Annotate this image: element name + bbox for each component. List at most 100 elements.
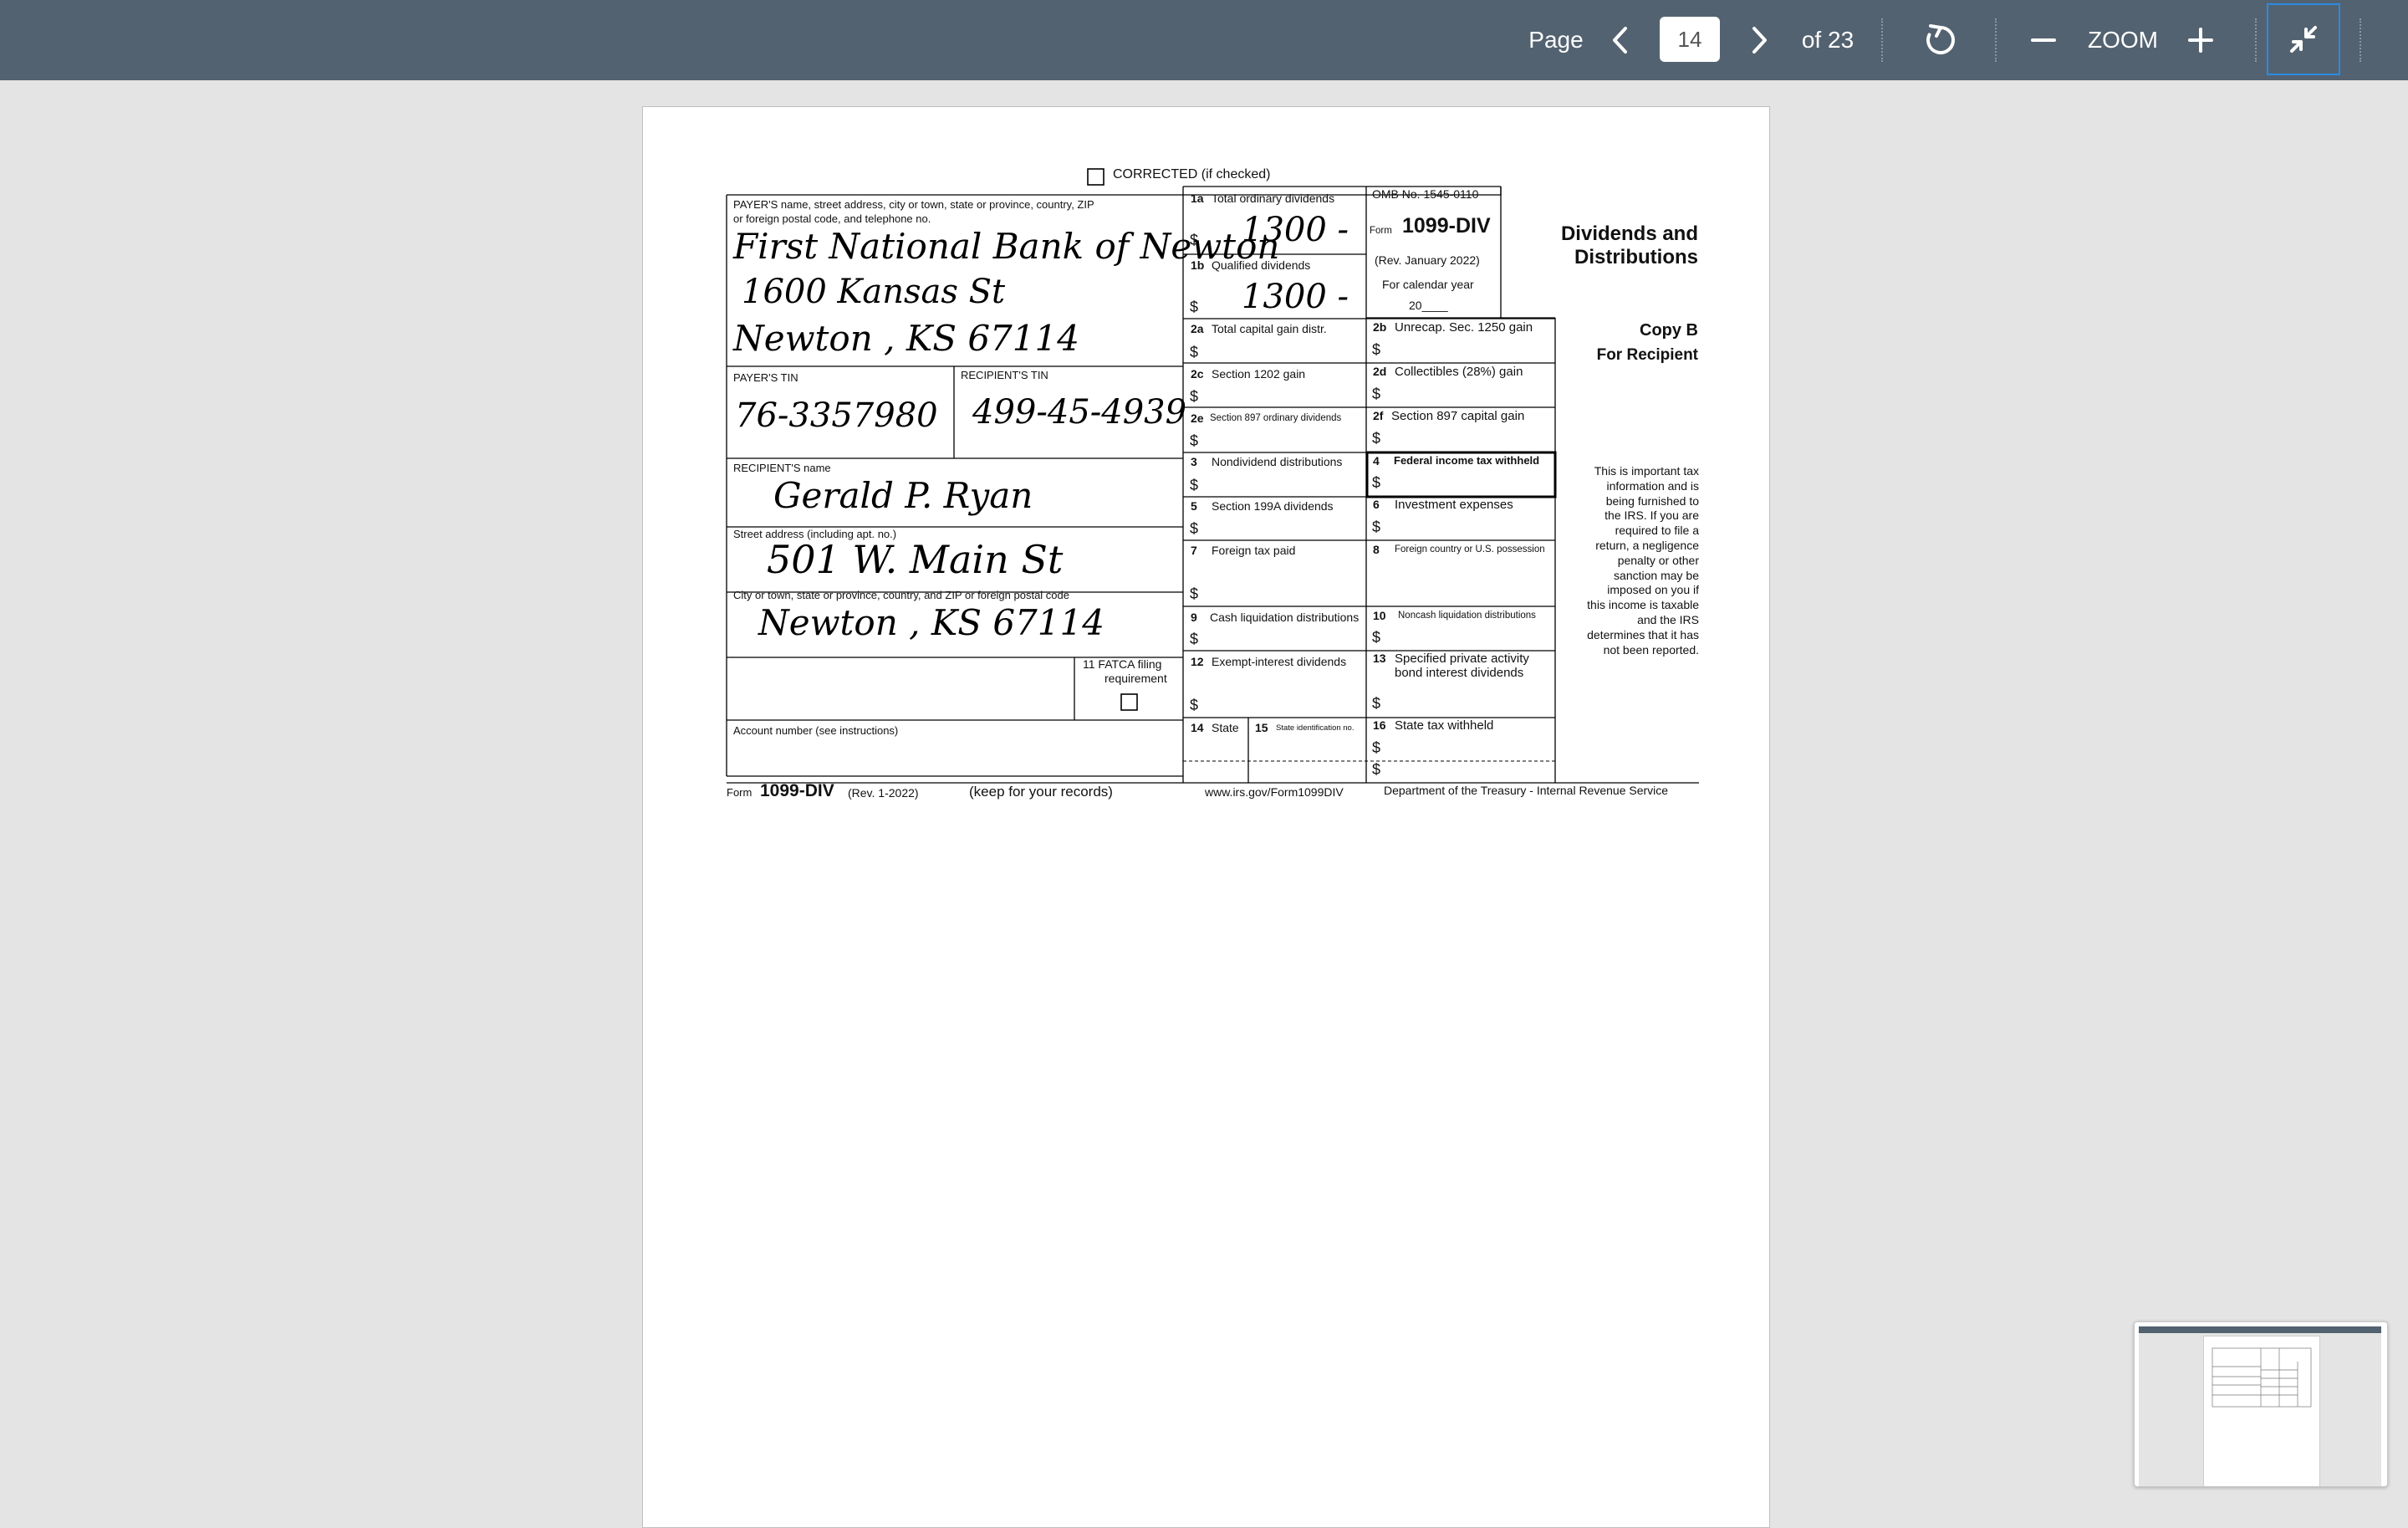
recipient-city: Newton , KS 67114 bbox=[758, 602, 1105, 643]
payer-label-line2: or foreign postal code, and telephone no… bbox=[733, 212, 931, 225]
box-14-label: State bbox=[1212, 721, 1239, 734]
box-2d-dollar: $ bbox=[1372, 386, 1381, 402]
box-4-number: 4 bbox=[1373, 454, 1380, 468]
recipient-tin-label: RECIPIENT'S TIN bbox=[961, 369, 1048, 381]
payer-label-line1: PAYER'S name, street address, city or to… bbox=[733, 198, 1094, 211]
box-12-number: 12 bbox=[1191, 655, 1204, 668]
box-13-dollar: $ bbox=[1372, 695, 1381, 712]
form-word: Form bbox=[1370, 226, 1392, 236]
footer-department: Department of the Treasury - Internal Re… bbox=[1384, 784, 1669, 797]
box-2f-label: Section 897 capital gain bbox=[1391, 409, 1525, 423]
zoom-in-button[interactable] bbox=[2184, 0, 2217, 80]
box-1b-number: 1b bbox=[1191, 258, 1205, 272]
box-3-dollar: $ bbox=[1190, 477, 1199, 493]
box-10-label: Noncash liquidation distributions bbox=[1398, 611, 1536, 621]
box-4-label[interactable]: Federal income tax withheld bbox=[1394, 454, 1539, 467]
fatca-label-line2: requirement bbox=[1105, 672, 1167, 685]
footer-url: www.irs.gov/Form1099DIV bbox=[1205, 785, 1344, 799]
thumbnail-page bbox=[2203, 1336, 2320, 1486]
box-5-number: 5 bbox=[1191, 499, 1197, 513]
box-13-label-line1: Specified private activity bbox=[1395, 652, 1529, 666]
page-label: Page bbox=[1528, 27, 1584, 53]
thumbnail-toolbar bbox=[2139, 1326, 2381, 1333]
box-8-number: 8 bbox=[1373, 543, 1380, 556]
calendar-year-label: For calendar year bbox=[1382, 278, 1474, 291]
box-1a-value: 1300 - bbox=[1242, 211, 1349, 249]
zoom-out-button[interactable] bbox=[2027, 0, 2060, 80]
footer-keep-records: (keep for your records) bbox=[969, 784, 1113, 800]
box-5-dollar: $ bbox=[1190, 520, 1199, 537]
box-1b-value: 1300 - bbox=[1242, 278, 1349, 316]
box-3-number: 3 bbox=[1191, 455, 1197, 468]
box-16-label: State tax withheld bbox=[1395, 718, 1494, 733]
box-2d-label: Collectibles (28%) gain bbox=[1395, 365, 1523, 379]
box-2c-label: Section 1202 gain bbox=[1212, 367, 1306, 381]
box-7-number: 7 bbox=[1191, 544, 1197, 557]
footer-form-name: 1099-DIV bbox=[760, 781, 834, 800]
toolbar-divider bbox=[2255, 18, 2257, 62]
box-12-label: Exempt-interest dividends bbox=[1212, 655, 1347, 668]
viewer-toolbar: Page 14 of 23 ZOOM bbox=[0, 0, 2408, 80]
box-2c-number: 2c bbox=[1191, 367, 1204, 381]
page-thumbnail-navigator[interactable] bbox=[2134, 1321, 2388, 1487]
box-3-label: Nondividend distributions bbox=[1212, 455, 1343, 468]
tax-notice-line: penalty or other bbox=[1617, 553, 1699, 567]
box-6-label: Investment expenses bbox=[1395, 498, 1513, 512]
box-15-number: 15 bbox=[1255, 721, 1268, 734]
box-6-dollar: $ bbox=[1372, 519, 1381, 535]
omb-number: OMB No. 1545-0110 bbox=[1372, 187, 1479, 201]
rotate-button[interactable] bbox=[1920, 0, 1962, 80]
box-7-label: Foreign tax paid bbox=[1212, 544, 1296, 557]
box-14-number: 14 bbox=[1191, 721, 1204, 734]
title-line2: Distributions bbox=[1574, 246, 1698, 268]
for-recipient-label: For Recipient bbox=[1596, 346, 1698, 364]
thumbnail-form-preview bbox=[2212, 1347, 2312, 1408]
box-13-number: 13 bbox=[1373, 652, 1386, 665]
chevron-left-icon bbox=[1613, 27, 1627, 54]
box-13-label-line2: bond interest dividends bbox=[1395, 666, 1524, 680]
recipient-name-label: RECIPIENT'S name bbox=[733, 462, 831, 474]
box-4-dollar: $ bbox=[1372, 474, 1381, 491]
box-15-label: State identification no. bbox=[1276, 723, 1354, 733]
document-page: CORRECTED (if checked) PAYER'S name, str… bbox=[642, 106, 1770, 1528]
next-page-button[interactable] bbox=[1741, 0, 1778, 80]
toolbar-divider bbox=[1881, 18, 1883, 62]
recipient-street: 501 W. Main St bbox=[767, 537, 1064, 582]
recipient-name: Gerald P. Ryan bbox=[773, 475, 1033, 516]
box-2e-dollar: $ bbox=[1190, 432, 1199, 449]
form-title: 1099-DIV bbox=[1402, 214, 1491, 238]
box-2a-number: 2a bbox=[1191, 322, 1204, 335]
payer-street: 1600 Kansas St bbox=[742, 273, 1006, 311]
tax-notice-line: imposed on you if bbox=[1607, 583, 1699, 597]
box-10-number: 10 bbox=[1373, 609, 1386, 622]
plus-icon bbox=[2188, 28, 2213, 53]
tax-notice-line: being furnished to bbox=[1605, 493, 1699, 508]
box-1a-dollar: $ bbox=[1190, 232, 1199, 248]
previous-page-button[interactable] bbox=[1602, 0, 1639, 80]
box-2a-dollar: $ bbox=[1190, 344, 1199, 360]
box-16-number: 16 bbox=[1373, 718, 1386, 732]
box-2e-label: Section 897 ordinary dividends bbox=[1210, 413, 1342, 423]
box-5-label: Section 199A dividends bbox=[1212, 499, 1334, 513]
box-7-dollar: $ bbox=[1190, 585, 1199, 602]
box-2f-dollar: $ bbox=[1372, 430, 1381, 447]
page-count: of 23 bbox=[1801, 27, 1854, 53]
tax-notice-line: the IRS. If you are bbox=[1604, 508, 1699, 523]
box-8-label: Foreign country or U.S. possession bbox=[1395, 544, 1545, 554]
tax-notice-line: This is important tax bbox=[1594, 464, 1699, 478]
tax-notice-line: determines that it has bbox=[1587, 627, 1699, 641]
box-9-label: Cash liquidation distributions bbox=[1210, 611, 1360, 624]
recipient-tin: 499-45-4939 bbox=[972, 393, 1187, 432]
exit-fullscreen-icon bbox=[2290, 26, 2317, 53]
chevron-right-icon bbox=[1752, 27, 1767, 54]
form-1099-div: CORRECTED (if checked) PAYER'S name, str… bbox=[643, 107, 1771, 860]
payer-city: Newton , KS 67114 bbox=[733, 318, 1079, 359]
tax-notice-line: and the IRS bbox=[1637, 612, 1699, 626]
box-1a-label: Total ordinary dividends bbox=[1212, 192, 1335, 205]
page-number-input[interactable]: 14 bbox=[1660, 17, 1720, 62]
box-9-number: 9 bbox=[1191, 611, 1197, 624]
exit-fullscreen-button[interactable] bbox=[2267, 3, 2340, 75]
title-line1: Dividends and bbox=[1560, 222, 1698, 245]
tax-notice-line: not been reported. bbox=[1603, 642, 1699, 657]
tax-notice-line: this income is taxable bbox=[1587, 598, 1699, 612]
